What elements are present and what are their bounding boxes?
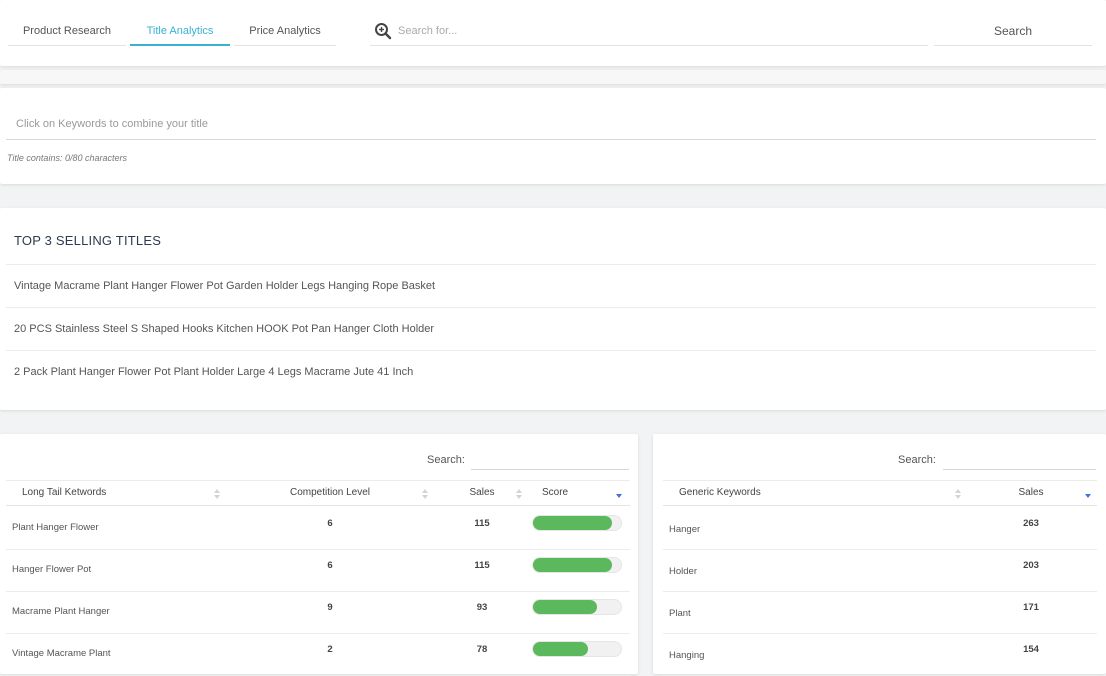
generic-keyword-cell[interactable]: Hanger [669,524,700,535]
selling-title-row[interactable]: Vintage Macrame Plant Hanger Flower Pot … [6,264,1096,307]
table-search-label: Search: [898,454,936,466]
sort-icon [955,489,961,499]
tab-title-analytics[interactable]: Title Analytics [130,18,230,46]
long-tail-keywords-table: Search: Long Tail Ketwords Competition L… [0,434,638,676]
search-input[interactable] [398,20,918,42]
column-header-sales[interactable]: Sales [436,480,528,506]
column-header-generic-sales[interactable]: Sales [965,480,1097,506]
title-builder-input[interactable] [6,108,1096,140]
generic-keywords-table: Search: Generic Keywords Sales Hanger 263… [653,434,1106,676]
column-header-score[interactable]: Score [528,480,630,506]
search-icon [375,23,392,40]
header-label: Long Tail Ketwords [22,487,107,498]
search-button[interactable]: Search [934,16,1092,46]
header-label: Sales [1018,487,1044,498]
generic-search-input[interactable] [943,452,1096,470]
competition-cell: 6 [327,518,333,529]
header-label: Score [542,487,569,498]
generic-sales-cell: 171 [1023,602,1039,613]
score-bar-fill [533,516,613,530]
spacer-strip [0,70,1106,84]
score-bar-fill [533,600,598,614]
column-header-generic-keyword[interactable]: Generic Keywords [663,480,965,506]
score-bar [532,515,622,531]
selling-title-row[interactable]: 20 PCS Stainless Steel S Shaped Hooks Ki… [6,307,1096,350]
keyword-cell[interactable]: Macrame Plant Hanger [12,606,110,617]
sort-icon [422,489,428,499]
title-builder-panel: Title contains: 0/80 characters [0,88,1106,184]
sort-desc-icon [1085,494,1091,498]
keyword-cell[interactable]: Hanger Flower Pot [12,564,91,575]
row-divider [6,591,630,592]
sort-icon [516,489,522,499]
column-header-keyword[interactable]: Long Tail Ketwords [6,480,224,506]
sort-icon [214,489,220,499]
competition-cell: 9 [327,602,333,613]
competition-cell: 6 [327,560,333,571]
generic-sales-cell: 154 [1023,644,1039,655]
generic-keyword-cell[interactable]: Holder [669,566,697,577]
search-bar [370,16,928,46]
generic-sales-cell: 263 [1023,518,1039,529]
column-header-competition[interactable]: Competition Level [224,480,436,506]
tab-product-research[interactable]: Product Research [8,18,126,46]
top-nav: Product Research Title Analytics Price A… [0,0,1106,66]
top-titles-heading: TOP 3 SELLING TITLES [14,233,162,248]
sales-cell: 93 [476,602,488,613]
header-label: Competition Level [289,487,371,498]
keyword-cell[interactable]: Plant Hanger Flower [12,522,99,533]
generic-keyword-cell[interactable]: Plant [669,608,691,619]
row-divider [663,591,1097,592]
header-label: Generic Keywords [679,487,761,498]
long-tail-search-input[interactable] [471,452,629,470]
sales-cell: 115 [474,518,490,529]
character-count: Title contains: 0/80 characters [7,153,127,163]
sort-desc-icon [616,494,622,498]
sales-cell: 78 [476,644,488,655]
header-label: Sales [469,487,495,498]
row-divider [6,633,630,634]
top-selling-titles-panel: TOP 3 SELLING TITLES Vintage Macrame Pla… [0,208,1106,410]
score-bar [532,557,622,573]
score-bar-fill [533,558,613,572]
table-search-label: Search: [427,454,465,466]
keyword-cell[interactable]: Vintage Macrame Plant [12,648,111,659]
generic-keyword-cell[interactable]: Hanging [669,650,704,661]
row-divider [663,633,1097,634]
score-bar-fill [533,642,588,656]
generic-sales-cell: 203 [1023,560,1039,571]
tab-price-analytics[interactable]: Price Analytics [234,18,336,46]
selling-title-row[interactable]: 2 Pack Plant Hanger Flower Pot Plant Hol… [6,350,1096,393]
row-divider [6,549,630,550]
competition-cell: 2 [327,644,333,655]
score-bar [532,641,622,657]
row-divider [663,549,1097,550]
sales-cell: 115 [474,560,490,571]
score-bar [532,599,622,615]
